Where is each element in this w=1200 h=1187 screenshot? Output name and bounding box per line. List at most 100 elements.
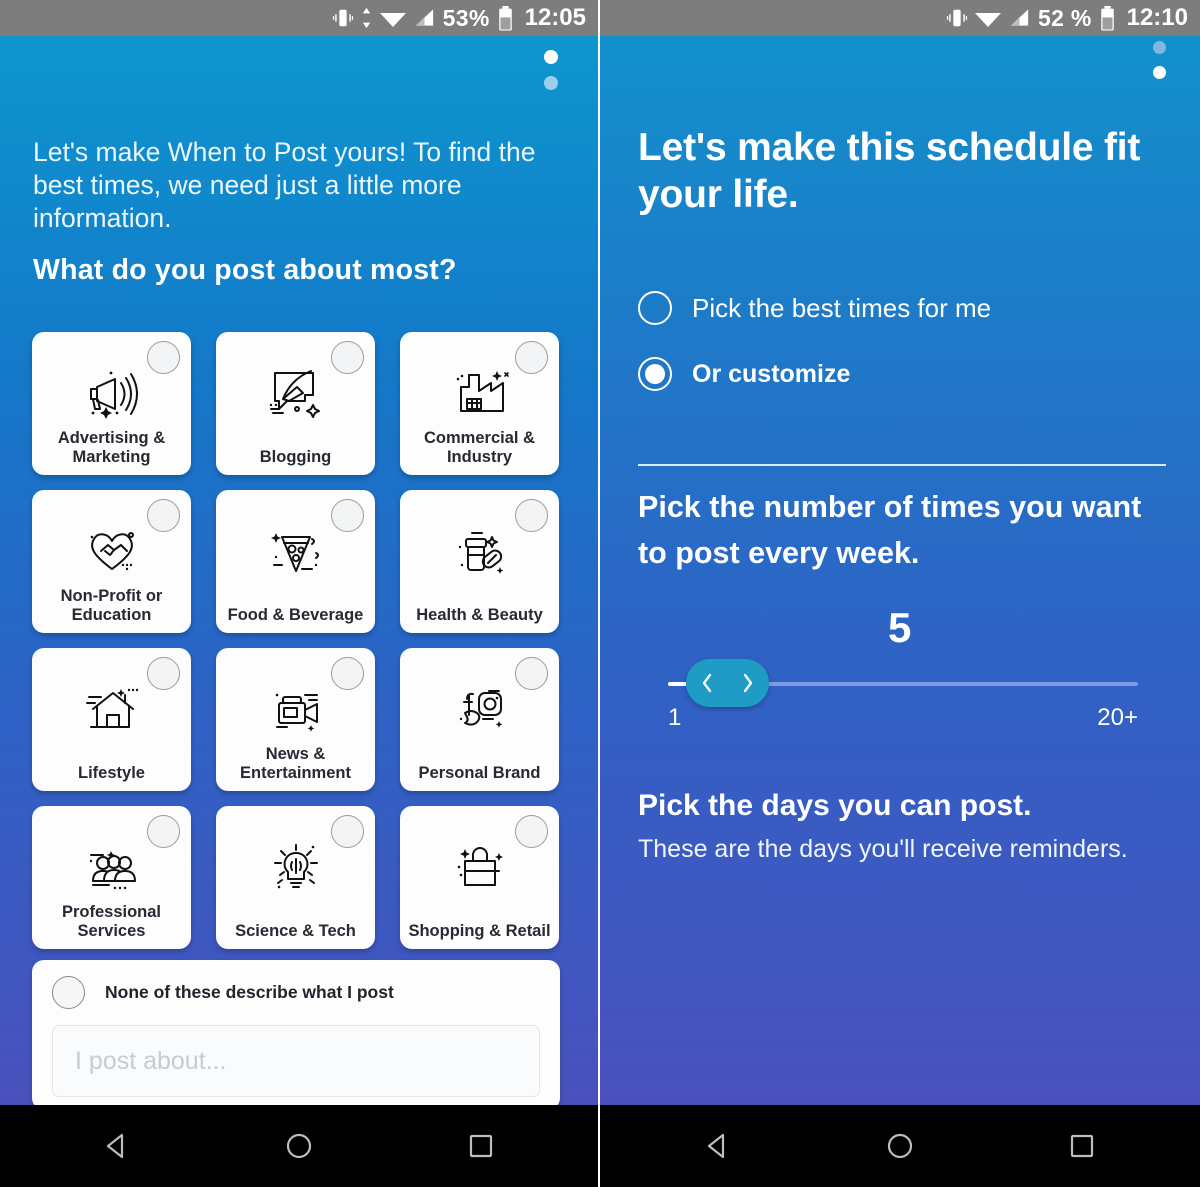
back-icon[interactable] [100, 1129, 134, 1163]
sync-icon [362, 7, 370, 29]
mode-option-label: Or customize [692, 359, 851, 388]
home-icon[interactable] [282, 1129, 316, 1163]
people-group-icon [32, 836, 191, 898]
none-of-these-card[interactable]: None of these describe what I post I pos… [32, 960, 560, 1105]
category-card-nonprofit-education[interactable]: Non-Profit or Education [32, 490, 191, 633]
recents-icon[interactable] [464, 1129, 498, 1163]
category-card-news-entertainment[interactable]: News & Entertainment [216, 648, 375, 791]
chevron-right-icon [744, 673, 753, 693]
slider-track-remaining [723, 682, 1138, 686]
slider-min-label: 1 [668, 704, 682, 731]
category-label: Advertising & Marketing [57, 429, 166, 466]
battery-percent-right: 52 % [1037, 4, 1092, 31]
mode-option-or-customize[interactable]: Or customize [638, 357, 1168, 391]
left-content: Let's make When to Post yours! To find t… [0, 36, 598, 1105]
android-nav-bar-right [600, 1105, 1200, 1187]
shopping-bag-icon [400, 836, 559, 898]
battery-icon [498, 5, 512, 30]
category-label: Science & Tech [235, 922, 356, 940]
page-title: Let's make this schedule fit your life. [638, 126, 1141, 216]
category-card-food-beverage[interactable]: Food & Beverage [216, 490, 375, 633]
recents-icon[interactable] [1065, 1129, 1099, 1163]
vibrate-icon [946, 9, 968, 27]
radio-pick-best-times[interactable] [638, 291, 672, 325]
mode-options-group: Pick the best times for me Or customize [638, 291, 1168, 423]
status-bar-icons-left [332, 7, 436, 29]
signal-icon [415, 9, 433, 26]
category-label: News & Entertainment [240, 745, 351, 782]
pizza-icon [216, 520, 375, 582]
pager-dots-left[interactable] [544, 50, 558, 90]
radio-inner-dot [645, 364, 665, 384]
slider-thumb[interactable] [686, 659, 769, 707]
category-card-shopping-retail[interactable]: Shopping & Retail [400, 806, 559, 949]
pager-dot-2[interactable] [544, 76, 558, 90]
right-phone-screen: 52 % 12:10 Let's make this schedule fit … [600, 0, 1200, 1187]
radio-none-of-these[interactable] [52, 976, 85, 1009]
category-label: Personal Brand [418, 764, 541, 782]
left-phone-screen: 53% 12:05 Let's make When to Post yours!… [0, 0, 600, 1187]
none-of-these-label: None of these describe what I post [105, 982, 394, 1002]
category-card-advertising-marketing[interactable]: Advertising & Marketing [32, 332, 191, 475]
writing-icon [216, 362, 375, 424]
dual-screenshot: 53% 12:05 Let's make When to Post yours!… [0, 0, 1200, 1187]
battery-icon [1100, 5, 1114, 30]
status-bar-right: 52 % 12:10 [600, 0, 1200, 36]
vibrate-icon [332, 9, 353, 27]
none-of-these-row[interactable]: None of these describe what I post [52, 976, 540, 1009]
battery-percent-left: 53% [442, 4, 490, 31]
megaphone-icon [32, 362, 191, 424]
category-label: Shopping & Retail [408, 922, 551, 940]
status-bar-icons-right [946, 7, 1031, 29]
mode-option-pick-best-times[interactable]: Pick the best times for me [638, 291, 1168, 325]
pager-dot-1[interactable] [544, 50, 558, 64]
slider-max-label: 20+ [1097, 704, 1138, 731]
chevron-left-icon [702, 673, 711, 693]
category-label: Food & Beverage [227, 606, 364, 624]
intro-text: Let's make When to Post yours! To find t… [33, 137, 536, 233]
wifi-icon [974, 13, 1001, 27]
category-card-professional-services[interactable]: Professional Services [32, 806, 191, 949]
pill-bottle-icon [400, 520, 559, 582]
category-card-health-beauty[interactable]: Health & Beauty [400, 490, 559, 633]
social-media-icon [400, 678, 559, 740]
pager-dot-1[interactable] [1153, 41, 1166, 54]
handshake-heart-icon [32, 520, 191, 582]
clock-left: 12:05 [524, 4, 586, 31]
category-label: Professional Services [61, 903, 162, 940]
pager-dot-2[interactable] [1153, 66, 1166, 79]
category-label: Non-Profit or Education [60, 587, 163, 624]
post-about-input[interactable]: I post about... [52, 1025, 540, 1097]
house-icon [32, 678, 191, 740]
category-label: Health & Beauty [416, 606, 543, 624]
category-label: Commercial & Industry [424, 429, 535, 466]
frequency-heading: Pick the number of times you want to pos… [638, 490, 1142, 570]
category-card-personal-brand[interactable]: Personal Brand [400, 648, 559, 791]
home-icon[interactable] [883, 1129, 917, 1163]
pager-dots-right[interactable] [1153, 41, 1166, 79]
category-card-lifestyle[interactable]: Lifestyle [32, 648, 191, 791]
clock-right: 12:10 [1126, 4, 1188, 31]
mode-option-label: Pick the best times for me [692, 292, 992, 323]
category-card-science-tech[interactable]: Science & Tech [216, 806, 375, 949]
radio-or-customize-selected[interactable] [638, 357, 672, 391]
radio-news-entertainment[interactable] [331, 657, 364, 690]
days-subheading: These are the days you'll receive remind… [638, 835, 1128, 863]
category-card-blogging[interactable]: Blogging [216, 332, 375, 475]
back-icon[interactable] [701, 1129, 735, 1163]
status-bar-left: 53% 12:05 [0, 0, 598, 36]
right-content: Let's make this schedule fit your life. … [600, 36, 1200, 1105]
factory-icon [400, 362, 559, 424]
page-title: What do you post about most? [33, 254, 457, 286]
lightbulb-brain-icon [216, 836, 375, 898]
android-nav-bar-left [0, 1105, 598, 1187]
category-label: Lifestyle [78, 764, 145, 782]
category-card-commercial-industry[interactable]: Commercial & Industry [400, 332, 559, 475]
days-heading: Pick the days you can post. [638, 789, 1032, 822]
category-grid: Advertising & Marketing Blogging Commerc… [32, 332, 559, 949]
category-label: Blogging [259, 448, 332, 466]
section-divider [638, 464, 1166, 466]
frequency-value: 5 [888, 604, 912, 651]
wifi-icon [379, 13, 406, 27]
signal-icon [1010, 9, 1029, 26]
